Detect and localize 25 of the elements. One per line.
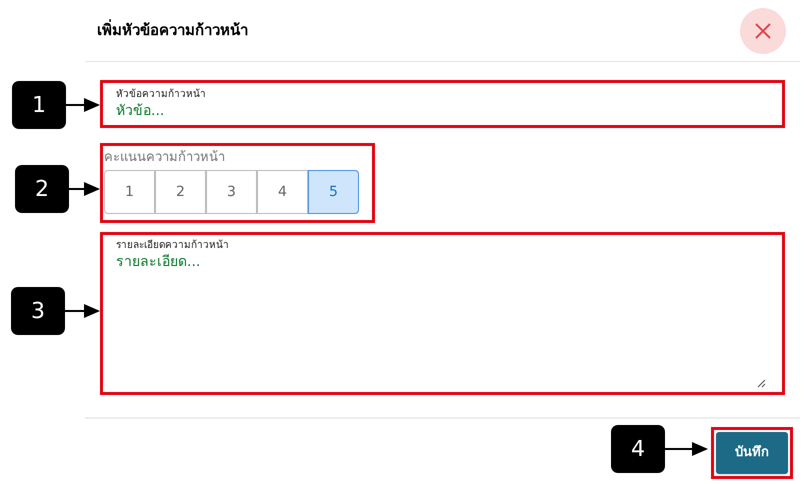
dialog-title: เพิ่มหัวข้อความก้าวหน้า (97, 19, 248, 42)
field-value: รายละเอียด... (116, 253, 200, 271)
resize-handle-icon[interactable] (757, 379, 766, 388)
callout-arrow (66, 98, 100, 112)
field-value: หัวข้อ... (116, 102, 164, 120)
score-label: คะแนนความก้าวหน้า (104, 149, 226, 167)
field-label: รายละเอียดความก้าวหน้า (116, 239, 230, 253)
field-label: หัวข้อความก้าวหน้า (116, 88, 207, 102)
callout-arrow (665, 442, 708, 456)
topic-field[interactable]: หัวข้อความก้าวหน้า หัวข้อ... (100, 80, 785, 128)
close-button[interactable] (740, 8, 786, 54)
callout-arrow (65, 304, 100, 318)
callout-number: 2 (15, 165, 69, 213)
callout-number: 1 (12, 81, 66, 129)
score-option[interactable]: 4 (257, 170, 308, 214)
score-option[interactable]: 2 (155, 170, 206, 214)
close-icon (754, 22, 772, 40)
score-option[interactable]: 1 (104, 170, 155, 214)
callout-number: 3 (11, 287, 65, 335)
score-option[interactable]: 5 (308, 170, 359, 214)
save-button[interactable]: บันทึก (716, 432, 788, 474)
callout-number: 4 (611, 425, 665, 473)
callout-arrow (69, 182, 100, 196)
detail-field[interactable]: รายละเอียดความก้าวหน้า รายละเอียด... (100, 232, 785, 395)
score-option[interactable]: 3 (206, 170, 257, 214)
